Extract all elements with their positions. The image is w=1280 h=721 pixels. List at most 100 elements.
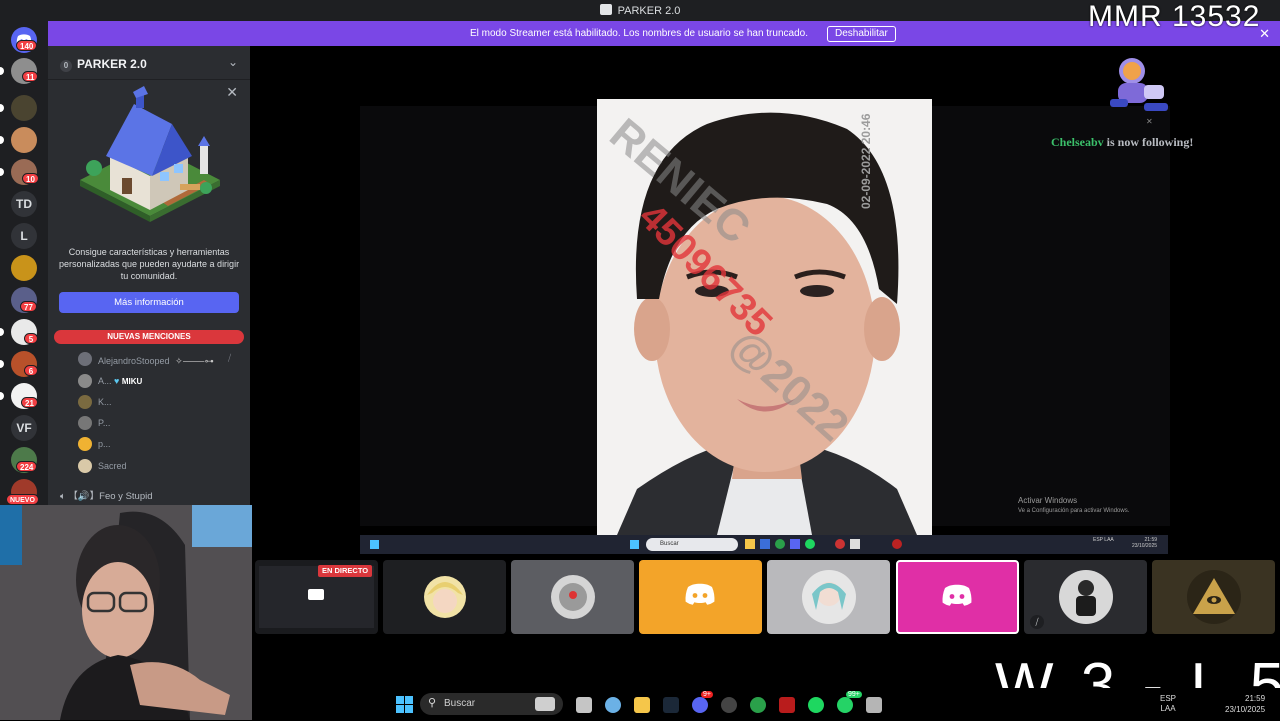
- language-indicator[interactable]: ESP LAA: [1160, 694, 1176, 714]
- channel-sidebar: 0 PARKER 2.0 ⌄ ✕ Consigue características…: [48, 46, 250, 505]
- voice-user[interactable]: p...: [78, 437, 198, 453]
- inner-clock: 21:59 23/10/2025: [1132, 537, 1157, 549]
- server-icon[interactable]: [11, 255, 37, 281]
- participant-tile-speaking[interactable]: [896, 560, 1019, 634]
- voice-user-name: P...: [98, 418, 111, 428]
- server-vf[interactable]: VF: [11, 415, 37, 441]
- new-mentions-pill[interactable]: NUEVAS MENCIONES: [54, 330, 244, 344]
- mention-badge: 6: [24, 365, 38, 376]
- app-icon: [892, 539, 902, 549]
- banner-message: El modo Streamer está habilitado. Los no…: [470, 28, 808, 39]
- discord-icon[interactable]: [692, 697, 708, 713]
- whatsapp-icon[interactable]: [837, 697, 853, 713]
- avatar: [78, 416, 92, 430]
- avatar: [78, 395, 92, 409]
- speaker-icon: 🔈︎: [60, 491, 66, 502]
- taskbar-clock[interactable]: 21:59 23/10/2025: [1225, 693, 1265, 715]
- server-icon[interactable]: [11, 95, 37, 121]
- close-icon[interactable]: ✕: [226, 84, 238, 101]
- app-icon: [599, 4, 612, 15]
- copilot-icon[interactable]: [605, 697, 621, 713]
- voice-channel-name: 【🔊】Feo y Stupid: [68, 491, 153, 502]
- server-rail: 140 11 10 TD L 77 5 6 21 VF 224 NUEVO: [0, 21, 48, 505]
- close-icon[interactable]: ✕: [1259, 26, 1270, 42]
- voice-user-name: A...: [98, 376, 112, 386]
- avatar: [551, 575, 595, 619]
- participant-tile[interactable]: [767, 560, 890, 634]
- calculator-icon[interactable]: [866, 697, 882, 713]
- participant-tile[interactable]: [1152, 560, 1275, 634]
- screen-share-icon: [308, 589, 324, 600]
- webcam-overlay: [0, 505, 252, 720]
- avatar: [1059, 570, 1113, 624]
- search-placeholder: Buscar: [444, 698, 476, 709]
- taskbar-search[interactable]: ⚲ Buscar: [420, 693, 563, 715]
- mention-badge: 224: [16, 461, 38, 472]
- house-illustration: [80, 86, 220, 222]
- server-icon[interactable]: [11, 127, 37, 153]
- dota-icon[interactable]: [779, 697, 795, 713]
- discord-icon: [790, 539, 800, 549]
- search-icon: ⚲: [428, 697, 437, 709]
- spotify-icon[interactable]: [808, 697, 824, 713]
- server-header[interactable]: 0 PARKER 2.0: [60, 57, 147, 72]
- windows-icon: [370, 540, 379, 549]
- discord-icon: [942, 584, 972, 606]
- activate-windows-watermark: Activar Windows Ve a Configuración para …: [1018, 495, 1129, 517]
- voice-user[interactable]: K...: [78, 395, 198, 411]
- photo-stamp: 02-09-2022 20:46: [859, 113, 873, 209]
- voice-user[interactable]: Sacred: [78, 459, 198, 475]
- chrome-icon[interactable]: [750, 697, 766, 713]
- steam-icon: [850, 539, 860, 549]
- notification-badge: 99+: [846, 691, 862, 698]
- avatar: [78, 374, 92, 388]
- disable-streamer-button[interactable]: Deshabilitar: [827, 26, 896, 42]
- avatar: [78, 352, 92, 366]
- mention-badge: 77: [20, 301, 37, 312]
- more-info-button[interactable]: Más información: [59, 292, 239, 313]
- folder-icon: [745, 539, 755, 549]
- server-l[interactable]: L: [11, 223, 37, 249]
- windows-icon: [630, 540, 639, 549]
- mention-badge: 140: [16, 40, 38, 51]
- user-tag: MIKU: [121, 377, 143, 386]
- steam-icon[interactable]: [663, 697, 679, 713]
- voice-channel[interactable]: 🔈︎ 【🔊】Feo y Stupid: [60, 488, 153, 502]
- new-badge: NUEVO: [6, 494, 39, 505]
- voice-user[interactable]: A... ♥ MIKU: [78, 374, 228, 390]
- unread-pill: [0, 360, 4, 368]
- activate-title: Activar Windows: [1018, 496, 1078, 505]
- participant-tile[interactable]: [639, 560, 762, 634]
- id-photo: RENIEC 45096735 @2022 02-09-2022 20:46: [597, 99, 932, 535]
- chevron-down-icon[interactable]: ⌄: [228, 55, 238, 69]
- voice-user[interactable]: AlejandroStooped ✧⸻⊶ ⧸: [78, 352, 243, 368]
- close-icon: ✕: [1146, 117, 1153, 126]
- clock-time: 21:59: [1245, 694, 1266, 703]
- portrait-image: RENIEC 45096735 @2022: [597, 99, 932, 535]
- lang-bottom: LAA: [1160, 704, 1176, 713]
- mmr-overlay: MMR 13532: [1088, 0, 1261, 33]
- file-explorer-icon[interactable]: [634, 697, 650, 713]
- voice-user-name: Sacred: [98, 461, 127, 471]
- app-icon: [760, 539, 770, 549]
- user-tag: ✧⸻⊶: [175, 356, 214, 366]
- spotify-icon: [805, 539, 815, 549]
- windows-start-icon[interactable]: [396, 696, 413, 713]
- task-view-icon[interactable]: [576, 697, 592, 713]
- voice-user[interactable]: P...: [78, 416, 198, 432]
- search-highlight-icon: [535, 697, 555, 711]
- app-icon: [835, 539, 845, 549]
- app-icon[interactable]: [721, 697, 737, 713]
- muted-mic-icon: ⧸: [1030, 615, 1044, 629]
- participant-tile[interactable]: [511, 560, 634, 634]
- participant-tile[interactable]: ⧸: [1024, 560, 1147, 634]
- participant-tile[interactable]: [383, 560, 506, 634]
- mention-badge: 21: [21, 397, 38, 408]
- unread-pill: [0, 392, 4, 400]
- inner-date: 23/10/2025: [1132, 543, 1158, 549]
- follow-alert: Chelseabv is now following!: [1051, 135, 1193, 150]
- avatar: [1187, 570, 1241, 624]
- deafened-icon: ⧸: [228, 353, 232, 363]
- server-td[interactable]: TD: [11, 191, 37, 217]
- follow-text: is now following!: [1103, 135, 1194, 149]
